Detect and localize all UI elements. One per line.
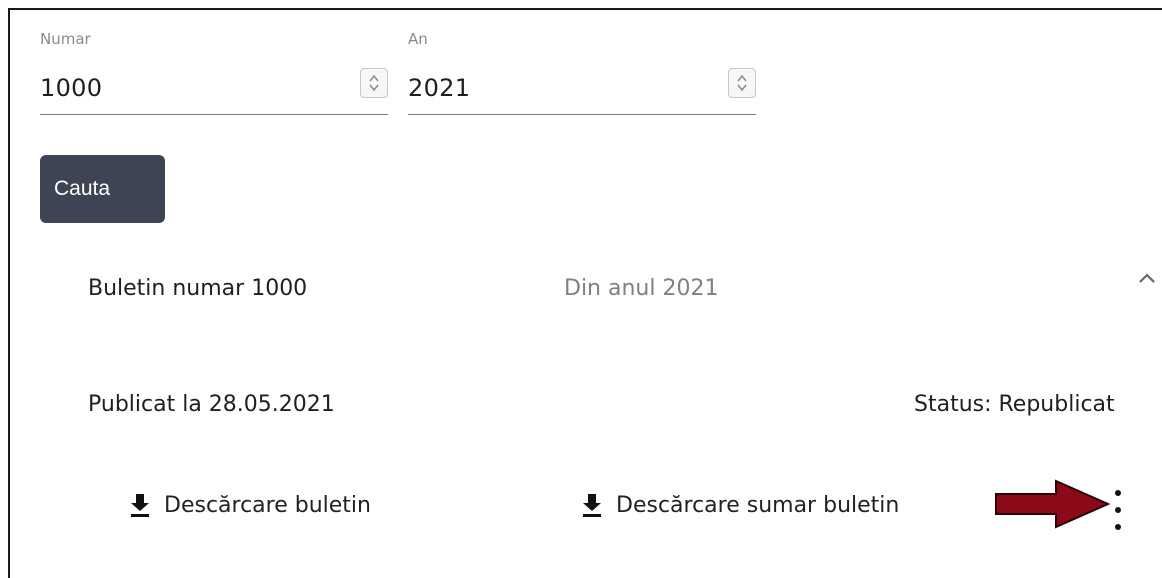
published-date: Publicat la 28.05.2021: [88, 392, 335, 417]
an-input[interactable]: 2021: [408, 74, 470, 102]
download-icon: [131, 494, 149, 517]
bulletin-title: Buletin numar 1000: [88, 276, 308, 301]
more-vert-icon[interactable]: [1110, 490, 1126, 530]
numar-input[interactable]: 1000: [40, 74, 102, 102]
an-spinner-icon[interactable]: [728, 68, 756, 98]
numar-field[interactable]: Numar 1000: [40, 24, 388, 115]
download-summary-link[interactable]: Descărcare sumar buletin: [580, 490, 899, 520]
search-button[interactable]: Cauta: [40, 155, 165, 223]
status-text: Status: Republicat: [914, 392, 1115, 417]
bulletin-year: Din anul 2021: [564, 276, 719, 301]
numar-spinner-icon[interactable]: [360, 68, 388, 98]
download-bulletin-link[interactable]: Descărcare buletin: [128, 490, 371, 520]
download-icon: [583, 494, 601, 517]
an-label: An: [408, 30, 428, 48]
an-field[interactable]: An 2021: [408, 24, 756, 115]
red-arrow-icon: [995, 479, 1111, 529]
download-summary-label: Descărcare sumar buletin: [616, 492, 900, 518]
download-bulletin-label: Descărcare buletin: [164, 492, 371, 518]
chevron-up-icon[interactable]: [1136, 270, 1158, 286]
numar-label: Numar: [40, 30, 91, 48]
